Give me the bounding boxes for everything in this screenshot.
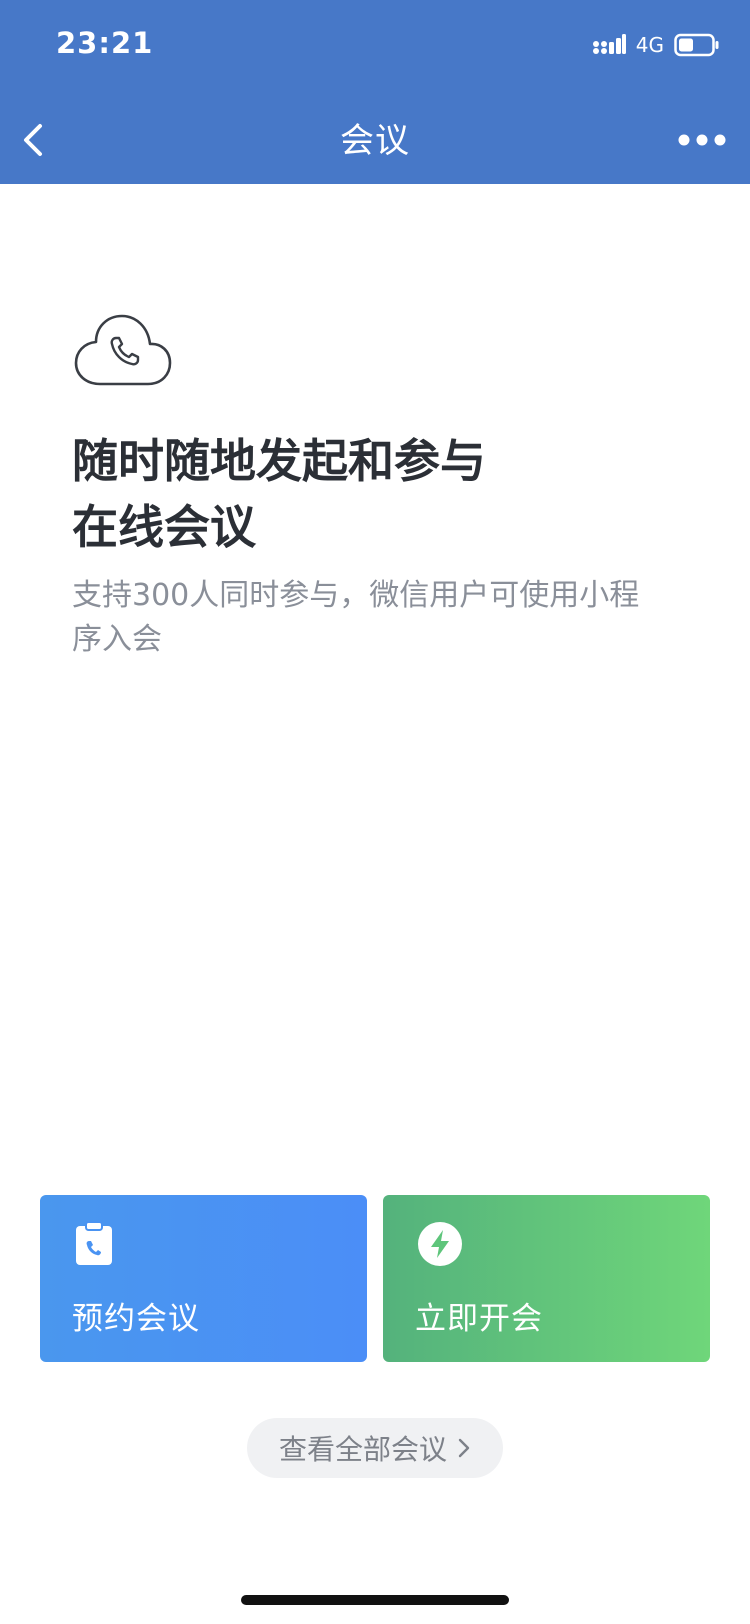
lightning-icon	[418, 1222, 462, 1266]
status-indicators: 4G	[592, 30, 720, 60]
schedule-meeting-button[interactable]: 预约会议	[40, 1195, 367, 1362]
card-icon	[417, 1221, 463, 1271]
home-indicator[interactable]	[241, 1595, 509, 1605]
cloud-phone-icon	[74, 314, 172, 386]
card-icon	[74, 1221, 114, 1271]
hero-illustration	[72, 308, 176, 396]
more-button[interactable]	[672, 118, 732, 162]
headline-line-2: 在线会议	[72, 500, 256, 554]
chevron-right-icon	[458, 1438, 470, 1458]
network-label: 4G	[635, 33, 664, 57]
signal-icon	[592, 34, 626, 54]
page-title: 会议	[340, 121, 410, 161]
schedule-meeting-label: 预约会议	[72, 1301, 200, 1337]
start-meeting-label: 立即开会	[415, 1301, 543, 1337]
app-header: 23:21 4G 会议	[0, 0, 750, 184]
clipboard-phone-icon	[76, 1221, 112, 1265]
view-all-meetings-button[interactable]: 查看全部会议	[247, 1418, 503, 1478]
headline-line-1: 随时随地发起和参与	[72, 434, 486, 488]
status-time: 23:21	[56, 26, 154, 60]
view-all-label: 查看全部会议	[278, 1433, 447, 1466]
more-horizontal-icon	[678, 134, 726, 146]
hero-subtitle: 支持300人同时参与，微信用户可使用小程 序入会	[72, 574, 692, 662]
subtitle-line-2: 序入会	[72, 622, 162, 657]
subtitle-line-1: 支持300人同时参与，微信用户可使用小程	[72, 578, 640, 613]
hero-headline: 随时随地发起和参与 在线会议	[72, 428, 692, 560]
battery-icon	[674, 33, 719, 57]
start-meeting-button[interactable]: 立即开会	[383, 1195, 710, 1362]
